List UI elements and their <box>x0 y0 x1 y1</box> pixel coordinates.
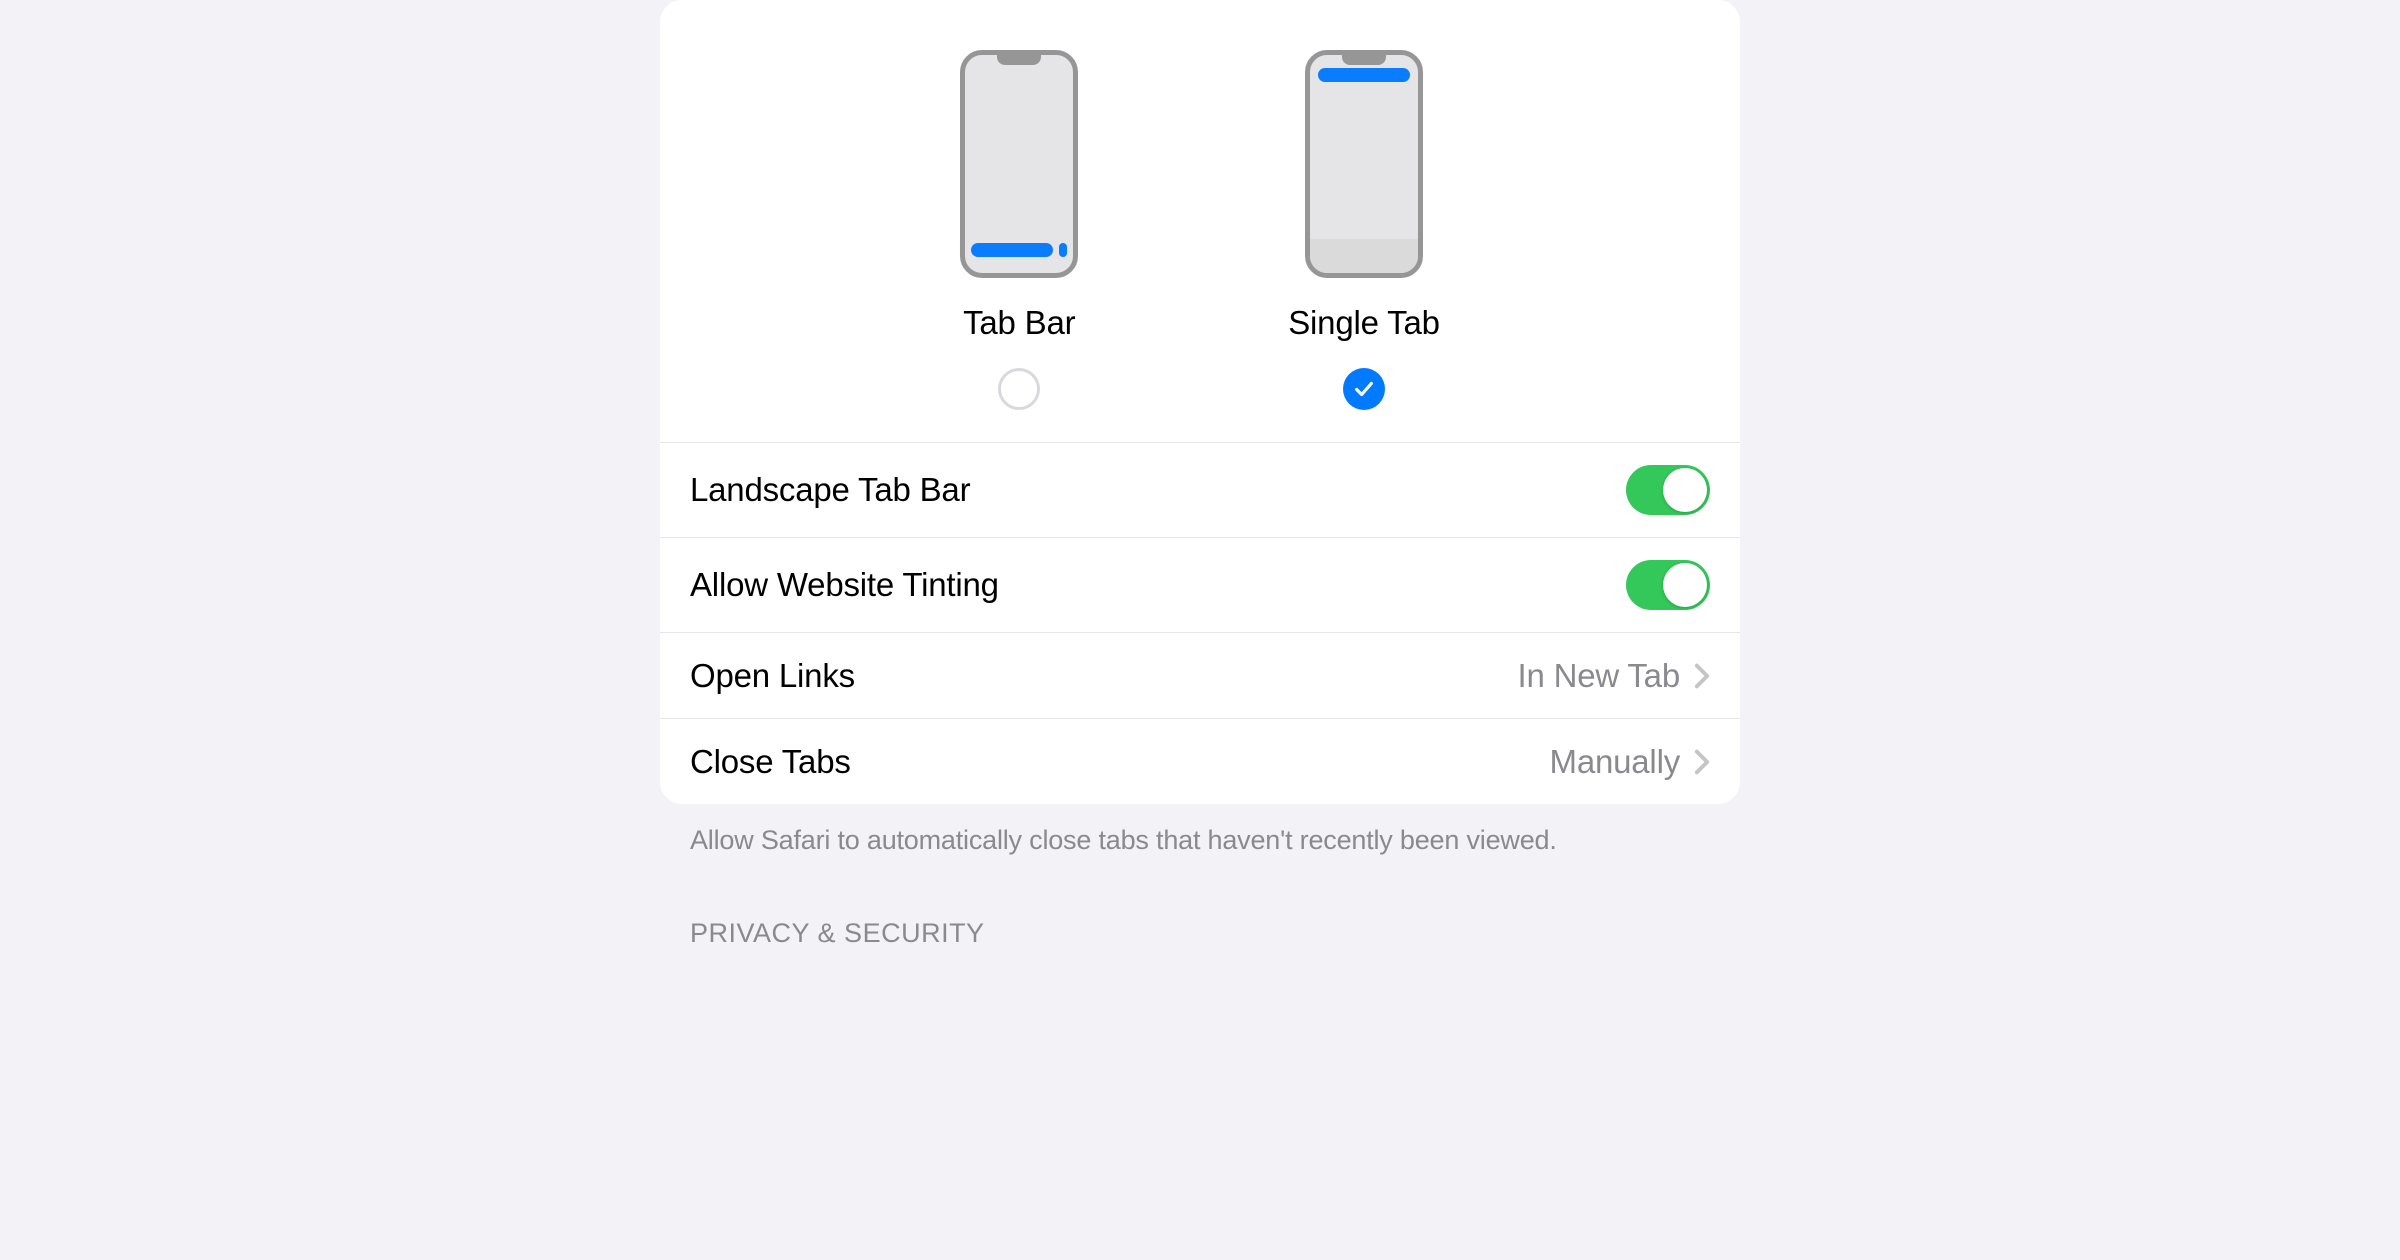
close-tabs-label: Close Tabs <box>690 743 1550 781</box>
chevron-right-icon <box>1694 749 1710 775</box>
open-links-row[interactable]: Open Links In New Tab <box>660 632 1740 718</box>
single-tab-radio[interactable] <box>1343 368 1385 410</box>
allow-website-tinting-row: Allow Website Tinting <box>660 537 1740 632</box>
tab-bar-radio[interactable] <box>998 368 1040 410</box>
landscape-tab-bar-switch[interactable] <box>1626 465 1710 515</box>
landscape-tab-bar-label: Landscape Tab Bar <box>690 471 1626 509</box>
phone-single-tab-icon <box>1305 50 1423 278</box>
phone-tab-bar-icon <box>960 50 1078 278</box>
privacy-security-header: PRIVACY & SECURITY <box>660 858 1740 949</box>
open-links-value: In New Tab <box>1518 657 1681 695</box>
open-links-label: Open Links <box>690 657 1518 695</box>
close-tabs-value: Manually <box>1550 743 1680 781</box>
allow-website-tinting-label: Allow Website Tinting <box>690 566 1626 604</box>
tab-bar-label: Tab Bar <box>963 304 1075 342</box>
allow-website-tinting-switch[interactable] <box>1626 560 1710 610</box>
close-tabs-row[interactable]: Close Tabs Manually <box>660 718 1740 804</box>
landscape-tab-bar-row: Landscape Tab Bar <box>660 442 1740 537</box>
close-tabs-footer: Allow Safari to automatically close tabs… <box>660 804 1740 858</box>
tabs-settings-card: Tab Bar Single Tab Landscape Tab Bar <box>660 0 1740 804</box>
chevron-right-icon <box>1694 663 1710 689</box>
tab-bar-option[interactable]: Tab Bar <box>960 50 1078 410</box>
single-tab-option[interactable]: Single Tab <box>1288 50 1440 410</box>
tab-layout-picker: Tab Bar Single Tab <box>660 0 1740 442</box>
single-tab-label: Single Tab <box>1288 304 1440 342</box>
